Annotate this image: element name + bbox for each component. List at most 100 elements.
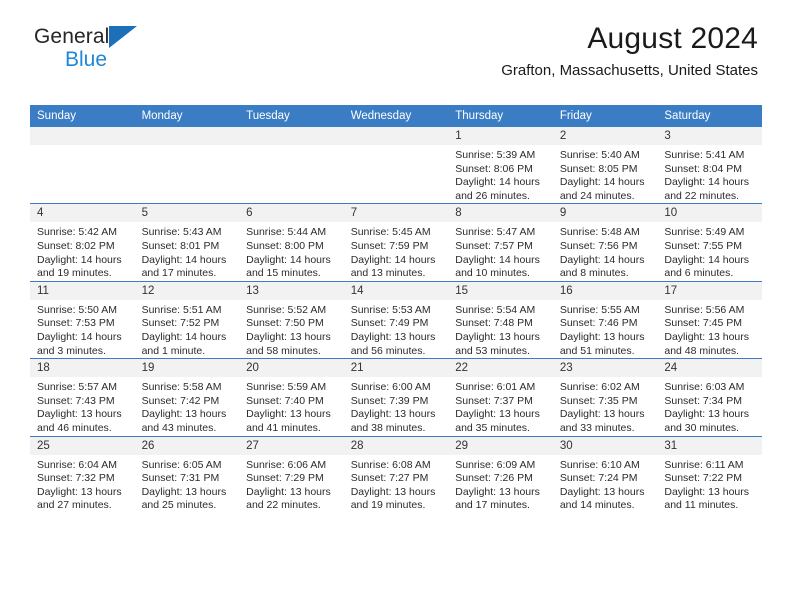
sunrise-time: Sunrise: 6:08 AM (350, 458, 431, 471)
day-number: 8 (448, 204, 553, 223)
daylight-duration-line2: and 26 minutes. (455, 189, 530, 202)
day-number (343, 127, 449, 145)
sunset-time: Sunset: 7:26 PM (455, 472, 533, 485)
sunrise-time: Sunrise: 5:49 AM (664, 226, 745, 239)
daylight-duration-line1: Daylight: 14 hours (37, 330, 122, 343)
location-subtitle: Grafton, Massachusetts, United States (501, 62, 758, 79)
daylight-duration-line1: Daylight: 14 hours (455, 253, 540, 266)
daylight-duration-line1: Daylight: 14 hours (37, 253, 122, 266)
calendar-day-cell[interactable]: 28 Sunrise: 6:08 AM Sunset: 7:27 PM Dayligh… (343, 435, 449, 513)
day-number: 28 (343, 436, 449, 455)
day-sun-details: Sunrise: 6:06 AM Sunset: 7:29 PM Daylight:… (239, 455, 344, 513)
day-sun-details: Sunrise: 5:58 AM Sunset: 7:42 PM Daylight:… (135, 377, 240, 435)
calendar-day-cell[interactable]: 18 Sunrise: 5:57 AM Sunset: 7:43 PM Dayligh… (30, 358, 135, 436)
calendar-day-cell[interactable]: 22 Sunrise: 6:01 AM Sunset: 7:37 PM Dayligh… (448, 358, 553, 436)
day-sun-details: Sunrise: 5:42 AM Sunset: 8:02 PM Daylight:… (30, 222, 135, 280)
calendar-day-cell[interactable]: 25 Sunrise: 6:04 AM Sunset: 7:32 PM Dayligh… (30, 435, 135, 513)
daylight-duration-line2: and 11 minutes. (664, 499, 739, 512)
brand-text-general: General (34, 25, 110, 48)
day-number: 9 (552, 204, 658, 223)
calendar-day-cell[interactable]: 27 Sunrise: 6:06 AM Sunset: 7:29 PM Dayligh… (239, 435, 344, 513)
sunrise-time: Sunrise: 6:04 AM (37, 458, 117, 471)
daylight-duration-line2: and 19 minutes. (37, 267, 112, 280)
calendar-day-cell[interactable]: 30 Sunrise: 6:10 AM Sunset: 7:24 PM Dayligh… (552, 435, 658, 513)
calendar-day-cell[interactable]: 3 Sunrise: 5:41 AM Sunset: 8:04 PM Daylight… (657, 127, 762, 204)
calendar-day-cell[interactable]: 31 Sunrise: 6:11 AM Sunset: 7:22 PM Dayligh… (657, 435, 762, 513)
day-sun-details: Sunrise: 5:39 AM Sunset: 8:06 PM Daylight:… (448, 145, 553, 203)
sunset-time: Sunset: 7:55 PM (664, 239, 743, 252)
calendar-day-cell[interactable]: 13 Sunrise: 5:52 AM Sunset: 7:50 PM Dayligh… (239, 280, 344, 359)
sunset-time: Sunset: 7:32 PM (37, 472, 115, 485)
calendar-day-cell[interactable]: 26 Sunrise: 6:05 AM Sunset: 7:31 PM Dayligh… (134, 435, 240, 513)
calendar-day-cell[interactable]: 16 Sunrise: 5:55 AM Sunset: 7:46 PM Dayligh… (552, 280, 658, 359)
calendar-day-cell[interactable]: 21 Sunrise: 6:00 AM Sunset: 7:39 PM Dayligh… (343, 358, 449, 436)
brand-logo[interactable]: General Blue (34, 25, 138, 70)
daylight-duration-line1: Daylight: 14 hours (559, 253, 645, 266)
triangle-flag-icon (109, 26, 138, 48)
day-sun-details: Sunrise: 6:11 AM Sunset: 7:22 PM Daylight:… (657, 455, 762, 513)
sunset-time: Sunset: 7:53 PM (37, 317, 115, 330)
sunrise-time: Sunrise: 5:41 AM (664, 149, 745, 161)
calendar-day-cell[interactable]: 14 Sunrise: 5:53 AM Sunset: 7:49 PM Dayligh… (343, 280, 449, 359)
calendar-day-cell[interactable]: 9 Sunrise: 5:48 AM Sunset: 7:56 PM Daylight… (552, 203, 658, 282)
calendar-cell-empty (134, 127, 240, 204)
calendar-day-cell[interactable]: 15 Sunrise: 5:54 AM Sunset: 7:48 PM Dayligh… (448, 280, 553, 359)
calendar-day-cell[interactable]: 5 Sunrise: 5:43 AM Sunset: 8:01 PM Daylight… (134, 203, 240, 282)
daylight-duration-line1: Daylight: 13 hours (350, 408, 436, 421)
day-sun-details: Sunrise: 5:43 AM Sunset: 8:01 PM Daylight:… (135, 222, 240, 280)
day-number (30, 127, 135, 145)
weekday-header-saturday: Saturday (657, 105, 762, 127)
sunrise-time: Sunrise: 5:44 AM (246, 226, 327, 239)
day-number: 13 (239, 281, 344, 300)
calendar-day-cell[interactable]: 6 Sunrise: 5:44 AM Sunset: 8:00 PM Daylight… (239, 203, 344, 282)
sunset-time: Sunset: 7:57 PM (455, 239, 533, 252)
calendar-week-row: 1 Sunrise: 5:39 AM Sunset: 8:06 PM Daylight… (30, 127, 762, 204)
daylight-duration-line2: and 48 minutes. (664, 344, 740, 357)
sunrise-time: Sunrise: 6:01 AM (455, 381, 536, 394)
calendar-day-cell[interactable]: 20 Sunrise: 5:59 AM Sunset: 7:40 PM Dayligh… (239, 358, 344, 436)
daylight-duration-line1: Daylight: 14 hours (664, 253, 750, 266)
sunrise-time: Sunrise: 5:47 AM (455, 226, 536, 239)
day-number: 3 (657, 127, 762, 145)
day-sun-details: Sunrise: 6:05 AM Sunset: 7:31 PM Daylight:… (135, 455, 240, 513)
daylight-duration-line1: Daylight: 13 hours (141, 485, 227, 498)
day-number: 20 (239, 359, 344, 378)
sunrise-time: Sunrise: 5:45 AM (350, 226, 431, 239)
day-sun-details: Sunrise: 5:41 AM Sunset: 8:04 PM Daylight:… (657, 145, 762, 203)
daylight-duration-line2: and 15 minutes. (246, 267, 321, 280)
calendar-day-cell[interactable]: 17 Sunrise: 5:56 AM Sunset: 7:45 PM Dayligh… (657, 280, 762, 359)
daylight-duration-line1: Daylight: 13 hours (246, 408, 331, 421)
daylight-duration-line2: and 19 minutes. (350, 499, 426, 512)
calendar-day-cell[interactable]: 19 Sunrise: 5:58 AM Sunset: 7:42 PM Dayligh… (134, 358, 240, 436)
calendar-day-cell[interactable]: 11 Sunrise: 5:50 AM Sunset: 7:53 PM Dayligh… (30, 280, 135, 359)
sunrise-time: Sunrise: 5:40 AM (559, 149, 640, 161)
daylight-duration-line2: and 13 minutes. (350, 267, 426, 280)
day-sun-details: Sunrise: 6:02 AM Sunset: 7:35 PM Daylight:… (553, 377, 658, 435)
sunrise-time: Sunrise: 5:42 AM (37, 226, 117, 239)
calendar-day-cell[interactable]: 12 Sunrise: 5:51 AM Sunset: 7:52 PM Dayligh… (134, 280, 240, 359)
calendar-day-cell[interactable]: 10 Sunrise: 5:49 AM Sunset: 7:55 PM Dayligh… (657, 203, 762, 282)
sunset-time: Sunset: 7:27 PM (350, 472, 429, 485)
daylight-duration-line2: and 30 minutes. (664, 421, 740, 434)
sunrise-time: Sunrise: 6:11 AM (664, 458, 744, 471)
daylight-duration-line1: Daylight: 14 hours (246, 253, 331, 266)
brand-name-primary: General (34, 25, 138, 48)
day-sun-details: Sunrise: 5:50 AM Sunset: 7:53 PM Daylight:… (30, 300, 135, 358)
calendar-day-cell[interactable]: 7 Sunrise: 5:45 AM Sunset: 7:59 PM Daylight… (343, 203, 449, 282)
calendar-day-cell[interactable]: 8 Sunrise: 5:47 AM Sunset: 7:57 PM Daylight… (448, 203, 553, 282)
day-sun-details: Sunrise: 6:08 AM Sunset: 7:27 PM Daylight:… (344, 455, 449, 513)
day-sun-details: Sunrise: 6:10 AM Sunset: 7:24 PM Daylight:… (553, 455, 658, 513)
day-number: 4 (30, 204, 135, 223)
day-number: 30 (552, 436, 658, 455)
sunset-time: Sunset: 7:24 PM (559, 472, 638, 485)
calendar-page: General Blue August 2024 Grafton, Massac… (0, 0, 792, 612)
daylight-duration-line1: Daylight: 14 hours (141, 330, 227, 343)
daylight-duration-line1: Daylight: 13 hours (37, 408, 122, 421)
calendar-day-cell[interactable]: 4 Sunrise: 5:42 AM Sunset: 8:02 PM Daylight… (30, 203, 135, 282)
calendar-day-cell[interactable]: 24 Sunrise: 6:03 AM Sunset: 7:34 PM Dayligh… (657, 358, 762, 436)
day-sun-details: Sunrise: 6:03 AM Sunset: 7:34 PM Daylight:… (657, 377, 762, 435)
calendar-day-cell[interactable]: 2 Sunrise: 5:40 AM Sunset: 8:05 PM Daylight… (552, 127, 658, 204)
calendar-day-cell[interactable]: 23 Sunrise: 6:02 AM Sunset: 7:35 PM Dayligh… (552, 358, 658, 436)
calendar-day-cell[interactable]: 29 Sunrise: 6:09 AM Sunset: 7:26 PM Dayligh… (448, 435, 553, 513)
calendar-day-cell[interactable]: 1 Sunrise: 5:39 AM Sunset: 8:06 PM Daylight… (448, 127, 553, 204)
